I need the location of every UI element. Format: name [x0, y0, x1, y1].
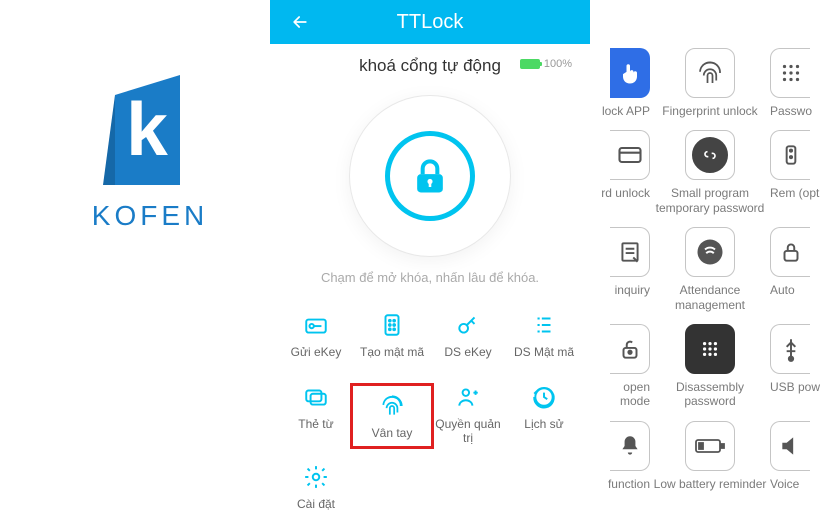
feature-lock-app[interactable]: lock APP [590, 48, 650, 118]
brand-logo-panel: k KOFEN [40, 60, 260, 232]
action-passcode-list[interactable]: DS Mật mã [506, 311, 582, 359]
gear-icon [302, 463, 330, 491]
action-create-passcode[interactable]: Tạo mật mã [354, 311, 430, 359]
fingerprint-icon [685, 48, 735, 98]
ekey-icon [302, 311, 330, 339]
list-icon [530, 311, 558, 339]
back-icon[interactable] [290, 12, 310, 32]
keypad-dark-icon [685, 324, 735, 374]
lock-touch-ring[interactable] [350, 96, 510, 256]
action-label: Cài đặt [297, 497, 335, 511]
action-history[interactable]: Lịch sử [506, 383, 582, 445]
lock-header: khoá cổng tự động 100% [270, 44, 590, 76]
brand-logo-mark: k [85, 60, 215, 190]
action-admin[interactable]: Quyền quản trị [430, 383, 506, 445]
attendance-icon [685, 227, 735, 277]
lock-icon [385, 131, 475, 221]
card-icon [302, 383, 330, 411]
feature-remote[interactable]: Rem (opt [770, 130, 835, 215]
action-label: Gửi eKey [291, 345, 342, 359]
feature-disassembly[interactable]: Disassembly password [650, 324, 770, 409]
feature-password[interactable]: Passwo [770, 48, 835, 118]
feature-label: Voice [770, 477, 835, 491]
feature-label: open mode [590, 380, 650, 409]
lock-hint: Chạm để mở khóa, nhấn lâu để khóa. [270, 270, 590, 285]
feature-label: Attendance management [650, 283, 770, 312]
action-label: Quyền quản trị [430, 417, 506, 445]
action-label: Tạo mật mã [360, 345, 424, 359]
feature-low-battery[interactable]: Low battery reminder [650, 421, 770, 491]
feature-label: Low battery reminder [654, 477, 767, 491]
app-screen: TTLock khoá cổng tự động 100% Chạm để mở… [270, 0, 590, 516]
feature-label: Small program temporary password [650, 186, 770, 215]
feature-fingerprint-unlock[interactable]: Fingerprint unlock [650, 48, 770, 118]
key-icon [454, 311, 482, 339]
program-icon [685, 130, 735, 180]
brand-logo-text: KOFEN [40, 200, 260, 232]
feature-label: rd unlock [590, 186, 650, 200]
feature-panel: lock APP Fingerprint unlock Passwo rd un… [590, 48, 835, 516]
app-header: TTLock [270, 0, 590, 44]
battery-percent: 100% [544, 58, 572, 70]
feature-auto[interactable]: Auto [770, 227, 835, 312]
action-settings[interactable]: Cài đặt [278, 463, 354, 511]
action-label: Lịch sử [524, 417, 563, 431]
feature-attendance[interactable]: Attendance management [650, 227, 770, 312]
feature-label: function [590, 477, 650, 491]
action-ekey-list[interactable]: DS eKey [430, 311, 506, 359]
svg-text:k: k [126, 87, 168, 171]
fingerprint-icon [378, 392, 406, 420]
lock-icon [770, 227, 810, 277]
hand-icon [610, 48, 650, 98]
bell-icon [610, 421, 650, 471]
feature-card-unlock[interactable]: rd unlock [590, 130, 650, 215]
feature-inquiry[interactable]: inquiry [590, 227, 650, 312]
action-fingerprint[interactable]: Vân tay [350, 383, 434, 449]
action-grid: Gửi eKey Tạo mật mã DS eKey DS Mật mã T [270, 311, 590, 511]
history-icon [530, 383, 558, 411]
usb-icon [770, 324, 810, 374]
action-label: DS Mật mã [514, 345, 574, 359]
low-battery-icon [685, 421, 735, 471]
action-send-ekey[interactable]: Gửi eKey [278, 311, 354, 359]
feature-open-mode[interactable]: open mode [590, 324, 650, 409]
battery-indicator: 100% [520, 58, 572, 70]
remote-icon [770, 130, 810, 180]
feature-label: Passwo [770, 104, 835, 118]
feature-label: USB pow [770, 380, 835, 394]
action-card[interactable]: Thẻ từ [278, 383, 354, 445]
feature-label: Rem (opt [770, 186, 835, 200]
feature-function[interactable]: function [590, 421, 650, 491]
action-label: DS eKey [444, 345, 491, 359]
document-icon [610, 227, 650, 277]
feature-label: lock APP [590, 104, 650, 118]
app-title: TTLock [397, 11, 464, 34]
feature-usb-power[interactable]: USB pow [770, 324, 835, 409]
feature-label: Auto [770, 283, 835, 297]
keypad-icon [378, 311, 406, 339]
feature-label: inquiry [590, 283, 650, 297]
keypad-icon [770, 48, 810, 98]
feature-voice[interactable]: Voice [770, 421, 835, 491]
open-mode-icon [610, 324, 650, 374]
action-label: Vân tay [372, 426, 413, 440]
admin-icon [454, 383, 482, 411]
battery-icon [520, 59, 540, 69]
feature-label: Disassembly password [650, 380, 770, 409]
feature-small-program[interactable]: Small program temporary password [650, 130, 770, 215]
speaker-icon [770, 421, 810, 471]
feature-label: Fingerprint unlock [662, 104, 757, 118]
action-label: Thẻ từ [298, 417, 333, 431]
card-icon [610, 130, 650, 180]
